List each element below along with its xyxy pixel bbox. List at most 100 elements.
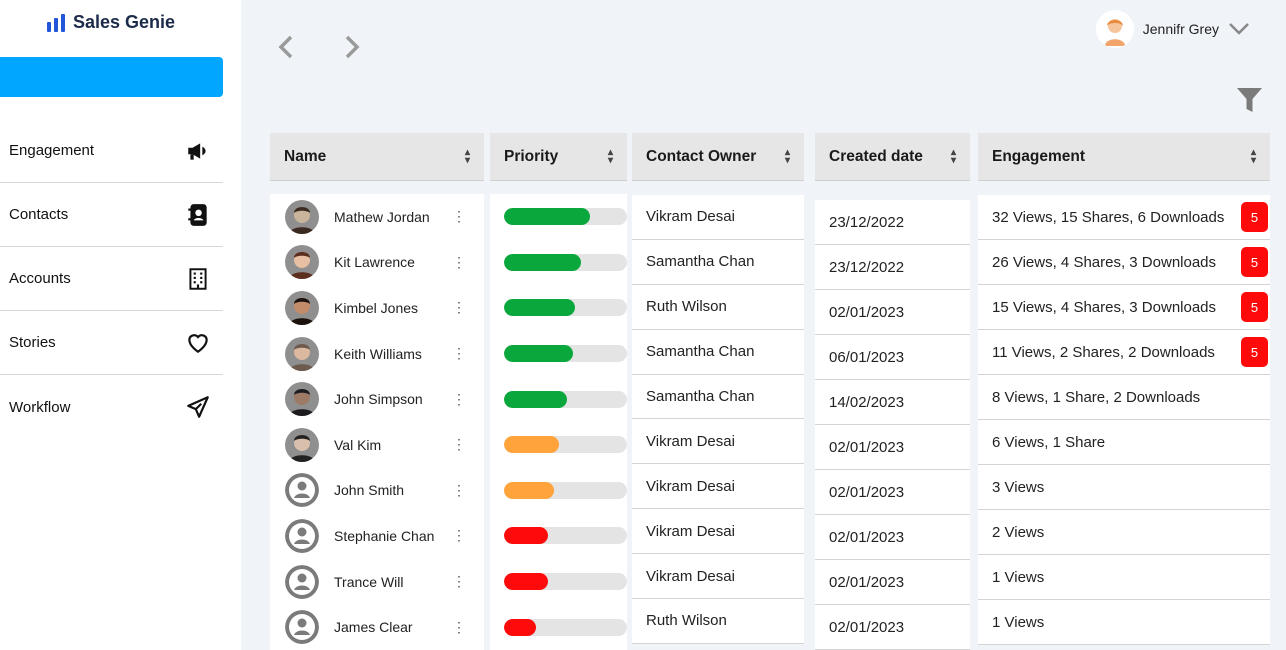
more-options-icon[interactable]: ⋮: [452, 208, 466, 225]
contact-name[interactable]: John Simpson: [334, 391, 446, 407]
more-options-icon[interactable]: ⋮: [452, 345, 466, 362]
megaphone-icon: [188, 142, 206, 160]
notification-badge[interactable]: 5: [1241, 292, 1268, 322]
table-row[interactable]: Trance Will ⋮: [270, 558, 484, 605]
contact-owner-cell: Vikram Desai: [632, 419, 804, 465]
priority-cell: [490, 513, 627, 559]
priority-bar-fill: [504, 436, 560, 454]
contact-name[interactable]: Mathew Jordan: [334, 209, 446, 225]
engagement-cell: 26 Views, 4 Shares, 3 Downloads 5: [978, 240, 1270, 285]
sort-icon[interactable]: ▴ ▾: [1251, 147, 1256, 165]
contact-name[interactable]: John Smith: [334, 482, 446, 498]
column-header-label: Created date: [829, 147, 923, 165]
priority-cell: [490, 239, 627, 286]
more-options-icon[interactable]: ⋮: [452, 573, 466, 590]
sidebar-item-label: Contacts: [9, 206, 69, 223]
table-row[interactable]: Mathew Jordan ⋮: [270, 194, 484, 240]
user-name: Jennifr Grey: [1142, 21, 1219, 37]
contact-name[interactable]: Stephanie Chan: [334, 528, 446, 544]
priority-bar: [504, 345, 627, 363]
more-options-icon[interactable]: ⋮: [452, 391, 466, 408]
contact-name[interactable]: Trance Will: [334, 574, 446, 590]
filter-icon[interactable]: [1236, 86, 1263, 114]
column-header-label: Contact Owner: [646, 147, 757, 165]
created-date-column: Created date ▴ ▾ 23/12/2022 23/12/2022 02/0…: [815, 133, 970, 650]
engagement-cell: 3 Views: [978, 465, 1270, 510]
notification-badge[interactable]: 5: [1241, 247, 1268, 277]
engagement-text: 1 Views: [992, 613, 1045, 631]
user-menu[interactable]: Jennifr Grey: [1095, 10, 1250, 48]
contact-name[interactable]: Keith Williams: [334, 346, 446, 362]
contact-owner-cell: Ruth Wilson: [632, 599, 804, 644]
back-arrow-icon[interactable]: [274, 33, 298, 61]
chevron-down-icon[interactable]: [1228, 22, 1250, 36]
forward-arrow-icon[interactable]: [340, 33, 364, 61]
contact-owner-cell: Samantha Chan: [632, 329, 804, 375]
sidebar-item-stories[interactable]: Stories: [0, 311, 223, 375]
created-date-cell: 06/01/2023: [815, 335, 970, 380]
table-row[interactable]: Stephanie Chan ⋮: [270, 513, 484, 559]
column-header-engagement[interactable]: Engagement ▴ ▾: [978, 133, 1270, 181]
priority-bar: [504, 618, 627, 636]
more-options-icon[interactable]: ⋮: [452, 254, 466, 271]
sidebar-item-label: Stories: [9, 334, 56, 351]
priority-bar-fill: [504, 573, 549, 591]
engagement-text: 3 Views: [992, 478, 1045, 496]
engagement-cell: 11 Views, 2 Shares, 2 Downloads 5: [978, 330, 1270, 375]
more-options-icon[interactable]: ⋮: [452, 299, 466, 316]
contact-photo-icon: [285, 336, 319, 371]
engagement-text: 32 Views, 15 Shares, 6 Downloads: [992, 208, 1225, 226]
created-date-cell: 02/01/2023: [815, 290, 970, 335]
priority-bar-fill: [504, 253, 582, 271]
primary-action-bar[interactable]: [0, 57, 223, 97]
contact-name[interactable]: James Clear: [334, 619, 446, 635]
table-row[interactable]: John Smith ⋮: [270, 467, 484, 514]
priority-cell: [490, 330, 627, 377]
more-options-icon[interactable]: ⋮: [452, 482, 466, 499]
contact-name[interactable]: Kit Lawrence: [334, 254, 446, 270]
sort-icon[interactable]: ▴ ▾: [785, 147, 790, 165]
sort-icon[interactable]: ▴ ▾: [608, 147, 613, 165]
user-avatar[interactable]: [1095, 10, 1134, 48]
contact-name[interactable]: Kimbel Jones: [334, 300, 446, 316]
notification-badge[interactable]: 5: [1241, 202, 1268, 232]
app-logo[interactable]: Sales Genie: [47, 12, 175, 33]
more-options-icon[interactable]: ⋮: [452, 527, 466, 544]
column-header-created-date[interactable]: Created date ▴ ▾: [815, 133, 970, 181]
created-date-cell: 14/02/2023: [815, 380, 970, 425]
table-row[interactable]: Kit Lawrence ⋮: [270, 239, 484, 286]
engagement-text: 26 Views, 4 Shares, 3 Downloads: [992, 253, 1217, 271]
column-header-name[interactable]: Name ▴ ▾: [270, 133, 484, 181]
created-date-cell: 02/01/2023: [815, 425, 970, 470]
priority-bar-fill: [504, 390, 567, 408]
sort-icon[interactable]: ▴ ▾: [951, 147, 956, 165]
table-row[interactable]: Val Kim ⋮: [270, 421, 484, 468]
table-row[interactable]: John Simpson ⋮: [270, 376, 484, 422]
table-row[interactable]: James Clear ⋮: [270, 604, 484, 650]
sort-icon[interactable]: ▴ ▾: [465, 147, 470, 165]
engagement-text: 6 Views, 1 Share: [992, 433, 1106, 451]
engagement-cell: 1 Views: [978, 600, 1270, 645]
more-options-icon[interactable]: ⋮: [452, 436, 466, 453]
more-options-icon[interactable]: ⋮: [452, 619, 466, 636]
column-header-priority[interactable]: Priority ▴ ▾: [490, 133, 627, 181]
priority-bar: [504, 436, 627, 454]
engagement-text: 1 Views: [992, 568, 1045, 586]
engagement-cell: 6 Views, 1 Share: [978, 420, 1270, 465]
column-header-contact-owner[interactable]: Contact Owner ▴ ▾: [632, 133, 804, 181]
table-row[interactable]: Kimbel Jones ⋮: [270, 285, 484, 331]
sidebar-item-contacts[interactable]: Contacts: [0, 183, 223, 247]
contact-owner-column: Contact Owner ▴ ▾ Vikram Desai Samantha Ch…: [632, 133, 804, 644]
created-date-cell: 02/01/2023: [815, 515, 970, 560]
contact-photo-icon: [285, 245, 319, 280]
sidebar-item-workflow[interactable]: Workflow: [0, 375, 223, 439]
contact-name[interactable]: Val Kim: [334, 437, 446, 453]
created-date-cell: 02/01/2023: [815, 605, 970, 650]
sidebar-nav: Engagement Contacts Accounts Stories Wor…: [0, 119, 223, 439]
sidebar-item-engagement[interactable]: Engagement: [0, 119, 223, 183]
table-row[interactable]: Keith Williams ⋮: [270, 330, 484, 377]
sidebar-item-label: Engagement: [9, 142, 95, 159]
notification-badge[interactable]: 5: [1241, 337, 1268, 367]
sidebar-item-label: Workflow: [9, 398, 71, 416]
sidebar-item-accounts[interactable]: Accounts: [0, 247, 223, 311]
